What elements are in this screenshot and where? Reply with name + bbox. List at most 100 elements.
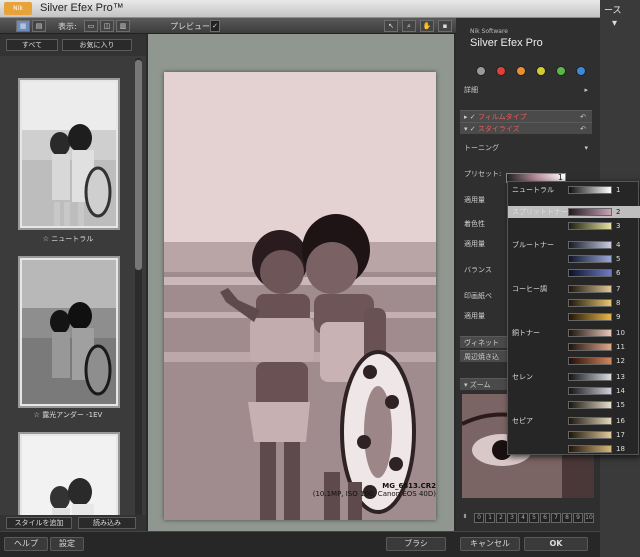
zoom-level-7[interactable]: 7 (551, 513, 561, 523)
toning-swatch (568, 329, 612, 337)
toning-toggle[interactable]: トーニング ▾ (460, 142, 592, 154)
toning-preset-option[interactable]: ニュートラル 1 (508, 184, 640, 196)
tab-all[interactable]: すべて (6, 39, 58, 51)
toning-preset-option[interactable]: 8 (508, 297, 640, 309)
color-filter-dot[interactable] (576, 66, 586, 76)
tab-favorites[interactable]: お気に入り (62, 39, 132, 51)
zoom-level-8[interactable]: 8 (562, 513, 572, 523)
color-filter-dot[interactable] (556, 66, 566, 76)
zoom-level-3[interactable]: 3 (507, 513, 517, 523)
settings-button[interactable]: 設定 (50, 537, 84, 551)
toning-preset-option[interactable]: 9 (508, 311, 640, 323)
toning-preset-number: 7 (616, 285, 621, 293)
app-logo: Nik (4, 2, 32, 15)
toning-preset-option[interactable]: コーヒー調 7 (508, 283, 640, 295)
hand-tool-icon[interactable]: ↖ (384, 20, 398, 32)
list-view-icon[interactable]: ▤ (32, 20, 46, 32)
color-filter-dot[interactable] (496, 66, 506, 76)
details-toggle[interactable]: 詳細 ▸ (460, 84, 592, 96)
preset-label-neutral: ☆ ニュートラル (42, 235, 94, 243)
cancel-button[interactable]: キャンセル (460, 537, 520, 551)
toning-preset-option[interactable]: 18 (508, 443, 640, 455)
section-stylize[interactable]: ▾ ✓ スタイライズ ↶ (460, 122, 592, 134)
star-outline-icon[interactable]: ☆ (43, 235, 49, 243)
preview-area (148, 34, 454, 531)
toning-preset-number: 8 (616, 299, 621, 307)
zoom-level-4[interactable]: 4 (518, 513, 528, 523)
zoom-level-10[interactable]: 10 (584, 513, 594, 523)
toning-category-label: ニュートラル (512, 186, 554, 194)
preset-list-scrollbar[interactable] (135, 58, 142, 518)
toning-preset-option[interactable]: 6 (508, 267, 640, 279)
app-title: Silver Efex Pro™ (40, 2, 124, 14)
pin-icon[interactable]: ⇟ (460, 513, 470, 523)
help-button[interactable]: ヘルプ (4, 537, 48, 551)
toning-preset-number: 6 (616, 269, 621, 277)
brand-small: Nik Software (470, 28, 508, 35)
star-outline-icon[interactable]: ☆ (34, 411, 40, 419)
zoom-level-1[interactable]: 1 (485, 513, 495, 523)
chevron-down-icon: ▾ (584, 144, 588, 152)
color-filter-dot[interactable] (516, 66, 526, 76)
toning-preset-option[interactable]: スプリットトナー 2 (508, 206, 640, 218)
preset-thumbnail-image (22, 82, 116, 226)
toning-category-label: セレン (512, 373, 533, 381)
toning-swatch (568, 387, 612, 395)
preset-thumbnail-neutral[interactable] (18, 78, 120, 230)
zoom-level-2[interactable]: 2 (496, 513, 506, 523)
ok-button[interactable]: OK (524, 537, 588, 551)
preset-thumbnail-partial[interactable] (18, 432, 120, 518)
color-filter-dot[interactable] (536, 66, 546, 76)
single-view-icon[interactable]: ▭ (84, 20, 98, 32)
background-window-menu-icon[interactable]: ▾ (612, 18, 617, 29)
preset-thumbnail-image (22, 260, 116, 404)
toning-swatch (568, 255, 612, 263)
expand-icon[interactable]: ▸ ✓ (464, 113, 476, 121)
toning-preset-option[interactable]: 15 (508, 399, 640, 411)
add-style-button[interactable]: スタイルを追加 (6, 517, 72, 529)
scrollbar-thumb[interactable] (135, 60, 142, 270)
toning-preset-option[interactable]: 5 (508, 253, 640, 265)
split-view-icon[interactable]: ◫ (100, 20, 114, 32)
toning-preset-number: 3 (616, 222, 621, 230)
load-button[interactable]: 読み込み (78, 517, 136, 529)
color-filter-dot[interactable] (476, 66, 486, 76)
zoom-level-0[interactable]: 0 (474, 513, 484, 523)
toning-swatch (568, 445, 612, 453)
toning-preset-option[interactable]: 11 (508, 341, 640, 353)
toning-preset-number: 5 (616, 255, 621, 263)
collapse-icon[interactable]: ▾ (464, 381, 468, 389)
grid-view-icon[interactable]: ▦ (16, 20, 30, 32)
zoom-level-9[interactable]: 9 (573, 513, 583, 523)
collapse-icon[interactable]: ▾ ✓ (464, 125, 476, 133)
photo-preview[interactable] (164, 72, 436, 520)
toning-preset-dropdown: ニュートラル 1 スプリットトナー 2 3 ブルートナー 4 5 6 コーヒー調 7 8 9 銅トナー 10… (507, 181, 640, 455)
pan-tool-icon[interactable]: ✋ (420, 20, 434, 32)
toning-preset-option[interactable]: 12 (508, 355, 640, 367)
preview-label: プレビュー: (170, 22, 213, 31)
preset-list: ☆ ニュートラル ☆ 露光アンダー -1EV (4, 58, 132, 518)
section-film-type[interactable]: ▸ ✓ フィルムタイプ ↶ (460, 110, 592, 122)
preview-checkbox[interactable]: ✓ (210, 20, 220, 32)
toning-preset-number: 9 (616, 313, 621, 321)
preset-tabs: すべて お気に入り (0, 34, 146, 56)
toning-preset-option[interactable]: 14 (508, 385, 640, 397)
toning-preset-option[interactable]: ブルートナー 4 (508, 239, 640, 251)
toning-preset-number: 15 (616, 401, 625, 409)
zoom-level-5[interactable]: 5 (529, 513, 539, 523)
toning-preset-option[interactable]: セレン 13 (508, 371, 640, 383)
side-by-side-view-icon[interactable]: ▥ (116, 20, 130, 32)
toning-preset-option[interactable]: 3 (508, 220, 640, 232)
toning-preset-option[interactable]: セピア 16 (508, 415, 640, 427)
background-color-icon[interactable]: ▪ (438, 20, 452, 32)
preset-thumbnail-underexposed[interactable] (18, 256, 120, 408)
toning-preset-option[interactable]: 銅トナー 10 (508, 327, 640, 339)
toning-swatch (568, 299, 612, 307)
toning-category-label: ブルートナー (512, 241, 554, 249)
brush-button[interactable]: ブラシ (386, 537, 446, 551)
toning-category-label: スプリットトナー (512, 208, 568, 216)
reset-icon[interactable]: ↶ (580, 123, 586, 135)
zoom-tool-icon[interactable]: ⌕ (402, 20, 416, 32)
toning-preset-option[interactable]: 17 (508, 429, 640, 441)
zoom-level-6[interactable]: 6 (540, 513, 550, 523)
